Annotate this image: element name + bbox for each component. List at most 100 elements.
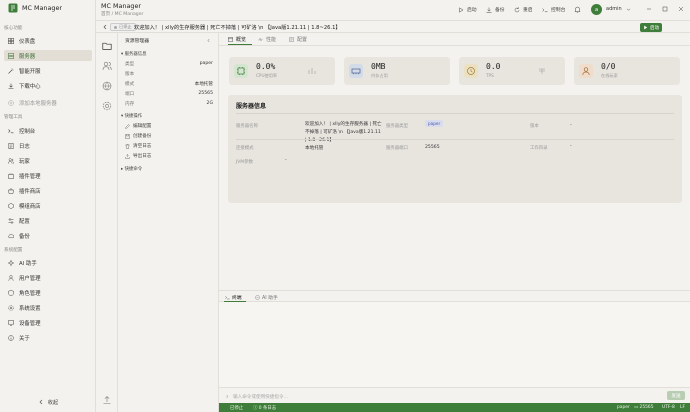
notification-bell-icon[interactable] bbox=[574, 6, 581, 13]
cpu-icon bbox=[237, 67, 245, 75]
maximize-icon[interactable] bbox=[662, 6, 668, 12]
badge-text: paper bbox=[425, 120, 444, 127]
trend-icon bbox=[539, 68, 545, 74]
header-start-button[interactable]: 启动 bbox=[458, 6, 477, 13]
back-arrow-icon[interactable] bbox=[102, 24, 108, 30]
quick-commands-section-header[interactable]: ▸ 快捷命令 bbox=[121, 166, 142, 172]
quick-ops-section-header[interactable]: ▾ 快捷操作 bbox=[121, 113, 142, 119]
server-info-section-header[interactable]: ▾ 服务器信息 bbox=[121, 51, 147, 57]
tab-overview[interactable]: 概览 bbox=[228, 36, 246, 43]
sidebar-item-roles[interactable]: 角色管理 bbox=[4, 287, 92, 298]
store-icon bbox=[8, 188, 14, 194]
server-icon bbox=[8, 52, 14, 59]
console-tabs: 终端 AI 助手 bbox=[219, 290, 690, 302]
info-value: 本地托管 bbox=[194, 82, 213, 87]
header-backup-button[interactable]: 备份 bbox=[486, 6, 505, 13]
tab-performance[interactable]: 性能 bbox=[258, 36, 276, 43]
create-backup-button[interactable]: 创建备份 bbox=[125, 133, 151, 139]
stat-card-memory: 0MB 内存占用 bbox=[344, 57, 450, 85]
header-start-label: 启动 bbox=[467, 8, 477, 13]
panel-title: 资源管理器 bbox=[125, 39, 149, 44]
add-local-server-button[interactable]: 添加本地服务器 bbox=[4, 97, 92, 108]
console-input-row: 输入命令或使用快捷指令... 发送 bbox=[219, 387, 690, 403]
version-key: 版本 bbox=[530, 124, 539, 129]
network-icon[interactable] bbox=[102, 81, 112, 91]
version-value: - bbox=[570, 123, 572, 128]
restart-icon bbox=[514, 6, 520, 12]
section-system-title: 系统配置 bbox=[4, 248, 23, 253]
status-port: ▭ 25565 bbox=[634, 405, 654, 410]
upload-icon[interactable] bbox=[102, 395, 112, 405]
info-row-version: 版本 bbox=[125, 71, 213, 77]
info-row-mode: 模式 本地托管 bbox=[125, 81, 213, 87]
sidebar-item-about[interactable]: 关于 bbox=[4, 332, 92, 343]
tab-ai-assistant[interactable]: AI 助手 bbox=[255, 294, 278, 301]
sidebar-item-dashboard[interactable]: 仪表盘 bbox=[4, 35, 92, 46]
memory-icon bbox=[351, 68, 361, 75]
start-server-button[interactable]: 启动 bbox=[640, 23, 662, 32]
sidebar-item-logs[interactable]: 日志 bbox=[4, 140, 92, 151]
collapse-sidebar-button[interactable]: 收起 bbox=[0, 395, 96, 409]
sidebar-item-console[interactable]: 控制台 bbox=[4, 125, 92, 136]
sidebar: MC Manager 核心功能 仪表盘 服务器 智能开服 下载中心 添加本地服务… bbox=[0, 0, 96, 412]
edit-config-button[interactable]: 编辑配置 bbox=[125, 123, 151, 129]
sidebar-item-players[interactable]: 玩家 bbox=[4, 155, 92, 166]
export-logs-button[interactable]: 导出日志 bbox=[125, 153, 151, 159]
tab-terminal[interactable]: 终端 bbox=[225, 294, 242, 301]
divider bbox=[236, 113, 674, 114]
sidebar-item-label: 服务器 bbox=[19, 53, 36, 60]
sidebar-item-server[interactable]: 服务器 bbox=[4, 50, 92, 61]
log-icon bbox=[8, 142, 14, 149]
close-icon[interactable] bbox=[678, 6, 684, 12]
sparkline-icon bbox=[308, 68, 316, 74]
sidebar-item-mod-store[interactable]: 模组商店 bbox=[4, 200, 92, 211]
breadcrumb: 首页 / MC Manager bbox=[101, 12, 144, 17]
sidebar-item-plugin-store[interactable]: 插件商店 bbox=[4, 185, 92, 196]
memory-label: 内存占用 bbox=[371, 73, 388, 78]
sidebar-item-settings[interactable]: 系统设置 bbox=[4, 302, 92, 313]
sidebar-item-users[interactable]: 用户管理 bbox=[4, 272, 92, 283]
clear-logs-button[interactable]: 清空日志 bbox=[125, 143, 151, 149]
settings-icon[interactable] bbox=[102, 101, 112, 111]
sidebar-item-download[interactable]: 下载中心 bbox=[4, 80, 92, 91]
info-row-type: 类型 paper bbox=[125, 61, 213, 67]
sidebar-item-config[interactable]: 配置 bbox=[4, 215, 92, 226]
chevron-down-icon[interactable] bbox=[626, 7, 631, 12]
config-icon bbox=[289, 37, 294, 42]
workdir-value: - bbox=[570, 144, 572, 149]
sidebar-item-label: 玩家 bbox=[19, 158, 30, 165]
info-key: 类型 bbox=[125, 62, 135, 67]
status-text: 已停止 bbox=[119, 24, 132, 29]
avatar[interactable]: a bbox=[591, 4, 602, 15]
command-input[interactable]: 输入命令或使用快捷指令... bbox=[225, 392, 655, 401]
console-output[interactable] bbox=[219, 302, 690, 387]
sidebar-item-devices[interactable]: 设备管理 bbox=[4, 317, 92, 328]
conn-mode-value: 本地托管 bbox=[305, 146, 324, 151]
sidebar-item-label: 仪表盘 bbox=[19, 38, 36, 45]
sidebar-item-smart-launch[interactable]: 智能开服 bbox=[4, 65, 92, 76]
sidebar-item-ai[interactable]: AI 助手 bbox=[4, 257, 92, 268]
players-icon[interactable] bbox=[102, 61, 112, 71]
chevron-left-icon[interactable] bbox=[206, 38, 211, 43]
username[interactable]: admin bbox=[606, 6, 622, 12]
sidebar-item-plugins[interactable]: 插件管理 bbox=[4, 170, 92, 181]
tab-config[interactable]: 配置 bbox=[289, 36, 307, 43]
plugin-icon bbox=[8, 172, 14, 179]
header-console-button[interactable]: 控制台 bbox=[542, 6, 565, 13]
op-label: 创建备份 bbox=[133, 134, 152, 139]
send-button[interactable]: 发送 bbox=[667, 391, 685, 400]
about-icon bbox=[8, 334, 14, 341]
header-restart-button[interactable]: 重启 bbox=[514, 6, 533, 13]
log-count-text: 0 条日志 bbox=[258, 405, 277, 411]
server-type-badge: paper bbox=[425, 120, 444, 127]
server-name: 欢迎加入！ | xlly的生存服务器 | 死亡不掉落 | 可矿洛 \n 【Jav… bbox=[134, 24, 341, 31]
folder-icon[interactable] bbox=[102, 41, 112, 51]
sidebar-item-backup[interactable]: 备份 bbox=[4, 230, 92, 241]
trash-icon bbox=[125, 143, 130, 149]
minimize-icon[interactable] bbox=[646, 6, 652, 12]
server-info-card: 服务器信息 服务器名称 欢迎加入！ | xlly的生存服务器 | 死亡不掉落 |… bbox=[228, 95, 682, 203]
sidebar-item-label: 角色管理 bbox=[19, 290, 41, 297]
top-header: MC Manager 首页 / MC Manager 启动 备份 重启 控制台 … bbox=[96, 0, 690, 20]
info-key: 端口 bbox=[125, 92, 135, 97]
server-port-key: 服务器端口 bbox=[386, 146, 408, 151]
